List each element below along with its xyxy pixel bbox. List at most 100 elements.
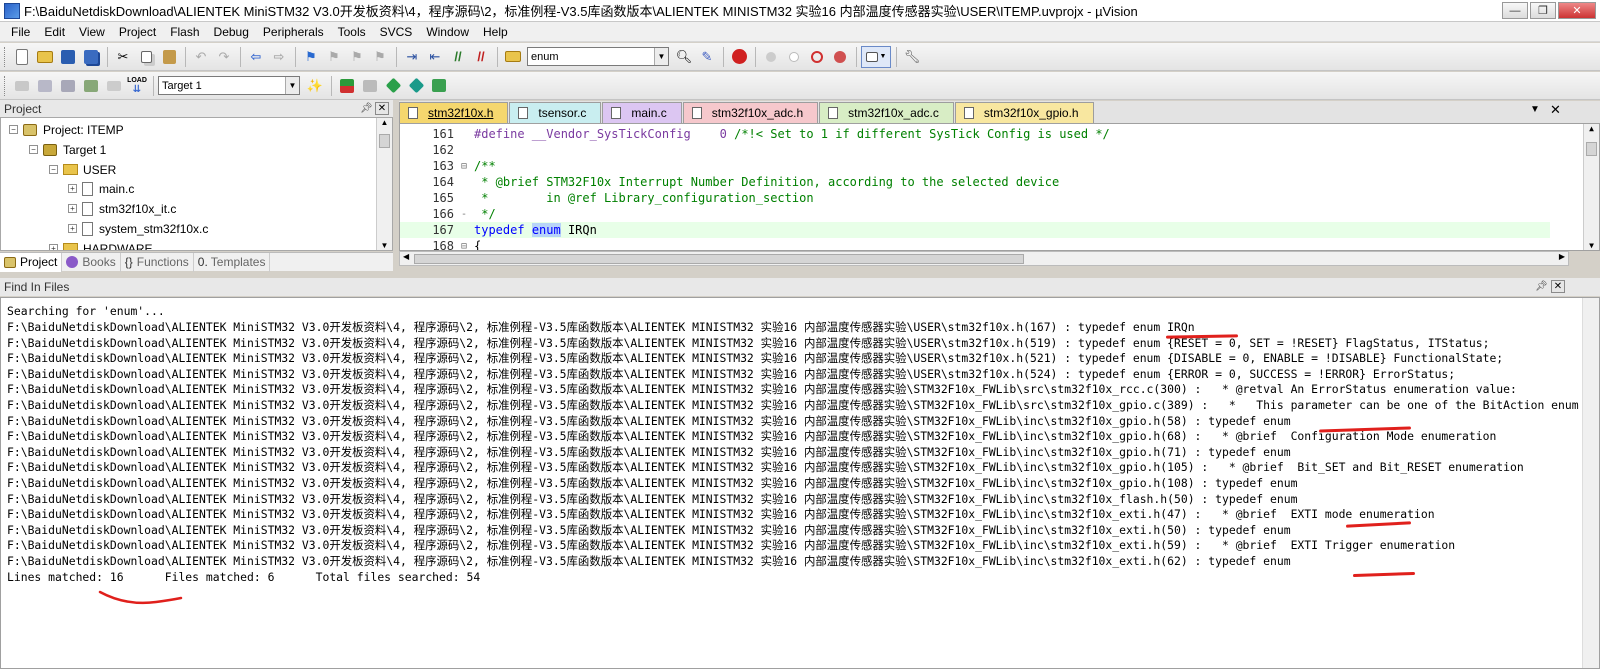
menu-window[interactable]: Window — [419, 25, 476, 39]
manage-project-items-icon[interactable] — [336, 75, 358, 97]
expand-icon[interactable]: + — [68, 224, 77, 233]
kill-breakpoints-icon[interactable] — [829, 46, 851, 68]
chevron-down-icon[interactable]: ▼ — [285, 77, 299, 94]
menu-tools[interactable]: Tools — [331, 25, 373, 39]
toolbar-grip[interactable] — [4, 46, 7, 67]
result-line[interactable]: F:\BaiduNetdiskDownload\ALIENTEK MiniSTM… — [7, 475, 1297, 491]
scrollbar-thumb[interactable] — [414, 254, 1024, 264]
editor-tab[interactable]: main.c — [602, 102, 682, 123]
tab-functions[interactable]: {} Functions — [121, 252, 194, 272]
find-icon[interactable]: 🔍︎ — [673, 46, 695, 68]
collapse-icon[interactable]: − — [9, 125, 18, 134]
paste-icon[interactable] — [158, 46, 180, 68]
menu-svcs[interactable]: SVCS — [373, 25, 420, 39]
navigate-back-icon[interactable]: ⇦ — [245, 46, 267, 68]
close-panel-icon[interactable]: ✕ — [375, 102, 389, 115]
menu-view[interactable]: View — [72, 25, 112, 39]
chevron-down-icon[interactable]: ▼ — [654, 48, 668, 65]
result-line[interactable]: F:\BaiduNetdiskDownload\ALIENTEK MiniSTM… — [7, 397, 1599, 413]
menu-peripherals[interactable]: Peripherals — [256, 25, 331, 39]
expand-icon[interactable]: + — [68, 204, 77, 213]
pin-icon[interactable]: 📌︎ — [360, 103, 373, 114]
pack-installer-icon[interactable] — [428, 75, 450, 97]
toolbar-grip[interactable] — [4, 75, 7, 96]
undo-icon[interactable]: ↶ — [190, 46, 212, 68]
find-results[interactable]: Searching for 'enum'... F:\BaiduNetdiskD… — [0, 297, 1600, 669]
tree-item-target[interactable]: − Target 1 — [29, 140, 106, 159]
find-scrollbar[interactable] — [1582, 298, 1599, 668]
menu-help[interactable]: Help — [476, 25, 515, 39]
menu-debug[interactable]: Debug — [207, 25, 256, 39]
save-all-icon[interactable] — [80, 46, 102, 68]
prev-bookmark-icon[interactable]: ⚑ — [323, 46, 345, 68]
new-file-icon[interactable] — [11, 46, 33, 68]
menu-file[interactable]: File — [4, 25, 37, 39]
result-line[interactable]: F:\BaiduNetdiskDownload\ALIENTEK MiniSTM… — [7, 506, 1435, 522]
result-line[interactable]: F:\BaiduNetdiskDownload\ALIENTEK MiniSTM… — [7, 381, 1517, 397]
minimize-button[interactable]: — — [1502, 2, 1528, 19]
tree-item-group-hardware[interactable]: + HARDWARE — [49, 239, 153, 250]
tab-project[interactable]: Project — [0, 252, 63, 272]
pin-icon[interactable]: 📌︎ — [1535, 281, 1548, 292]
translate-icon[interactable] — [11, 75, 33, 97]
unindent-icon[interactable]: ⇤ — [424, 46, 446, 68]
clear-bookmarks-icon[interactable]: ⚑ — [369, 46, 391, 68]
expand-icon[interactable]: + — [49, 244, 58, 250]
tab-books[interactable]: Books — [62, 252, 121, 272]
editor-tab[interactable]: stm32f10x_adc.c — [819, 102, 954, 123]
bookmark-icon[interactable]: ⚑ — [300, 46, 322, 68]
result-line[interactable]: F:\BaiduNetdiskDownload\ALIENTEK MiniSTM… — [7, 428, 1496, 444]
run-time-environment-icon[interactable] — [405, 75, 427, 97]
result-line[interactable]: F:\BaiduNetdiskDownload\ALIENTEK MiniSTM… — [7, 366, 1455, 382]
next-bookmark-icon[interactable]: ⚑ — [346, 46, 368, 68]
result-line[interactable]: F:\BaiduNetdiskDownload\ALIENTEK MiniSTM… — [7, 413, 1291, 429]
navigate-forward-icon[interactable]: ⇨ — [268, 46, 290, 68]
result-line[interactable]: F:\BaiduNetdiskDownload\ALIENTEK MiniSTM… — [7, 444, 1291, 460]
breakpoint-icon[interactable] — [760, 46, 782, 68]
tree-item-file[interactable]: + stm32f10x_it.c — [68, 199, 176, 218]
expand-icon[interactable]: + — [68, 184, 77, 193]
menu-edit[interactable]: Edit — [37, 25, 72, 39]
tree-item-file[interactable]: + main.c — [68, 179, 134, 198]
editor-horizontal-scrollbar[interactable]: ◀ ▶ — [399, 251, 1569, 266]
tab-list-dropdown-icon[interactable]: ▼ — [1530, 104, 1540, 115]
restore-button[interactable]: ❐ — [1530, 2, 1556, 19]
find-combo[interactable]: enum ▼ — [527, 47, 669, 66]
code-editor[interactable]: 161 #define __Vendor_SysTickConfig 0 /*!… — [399, 123, 1600, 251]
close-tab-icon[interactable]: ✕ — [1550, 102, 1561, 118]
collapse-icon[interactable]: − — [49, 165, 58, 174]
cut-icon[interactable]: ✂ — [112, 46, 134, 68]
fold-marker[interactable]: ⊟ — [458, 161, 470, 172]
result-line[interactable]: F:\BaiduNetdiskDownload\ALIENTEK MiniSTM… — [7, 553, 1291, 569]
result-line[interactable]: F:\BaiduNetdiskDownload\ALIENTEK MiniSTM… — [7, 491, 1297, 507]
tree-item-file[interactable]: + system_stm32f10x.c — [68, 219, 208, 238]
tree-item-project-root[interactable]: − Project: ITEMP — [9, 120, 124, 139]
select-software-packs-icon[interactable] — [382, 75, 404, 97]
result-line[interactable]: F:\BaiduNetdiskDownload\ALIENTEK MiniSTM… — [7, 335, 1489, 351]
result-line[interactable]: F:\BaiduNetdiskDownload\ALIENTEK MiniSTM… — [7, 459, 1524, 475]
file-extensions-icon[interactable] — [359, 75, 381, 97]
tab-templates[interactable]: 0. Templates — [194, 252, 271, 272]
rebuild-icon[interactable] — [57, 75, 79, 97]
download-icon[interactable]: LOAD ⇊ — [126, 75, 148, 97]
batch-build-icon[interactable] — [80, 75, 102, 97]
result-line[interactable]: F:\BaiduNetdiskDownload\ALIENTEK MiniSTM… — [7, 522, 1291, 538]
open-folder-icon[interactable] — [34, 46, 56, 68]
editor-vertical-scrollbar[interactable]: ▲ ▼ — [1583, 124, 1599, 250]
result-line[interactable]: F:\BaiduNetdiskDownload\ALIENTEK MiniSTM… — [7, 350, 1503, 366]
find-in-files-icon[interactable] — [502, 46, 524, 68]
disable-breakpoints-icon[interactable] — [806, 46, 828, 68]
save-icon[interactable] — [57, 46, 79, 68]
menu-project[interactable]: Project — [112, 25, 163, 39]
menu-flash[interactable]: Flash — [163, 25, 206, 39]
redo-icon[interactable]: ↷ — [213, 46, 235, 68]
incremental-find-icon[interactable]: ✎ — [696, 46, 718, 68]
tree-item-group-user[interactable]: − USER — [49, 160, 116, 179]
editor-tab[interactable]: tsensor.c — [509, 102, 602, 123]
result-line[interactable]: F:\BaiduNetdiskDownload\ALIENTEK MiniSTM… — [7, 537, 1455, 553]
project-scrollbar[interactable]: ▲ ▼ — [376, 118, 392, 250]
indent-icon[interactable]: ⇥ — [401, 46, 423, 68]
fold-marker[interactable]: ⊟ — [458, 241, 470, 251]
result-line[interactable]: F:\BaiduNetdiskDownload\ALIENTEK MiniSTM… — [7, 319, 1195, 335]
editor-tab[interactable]: stm32f10x.h — [399, 102, 509, 123]
